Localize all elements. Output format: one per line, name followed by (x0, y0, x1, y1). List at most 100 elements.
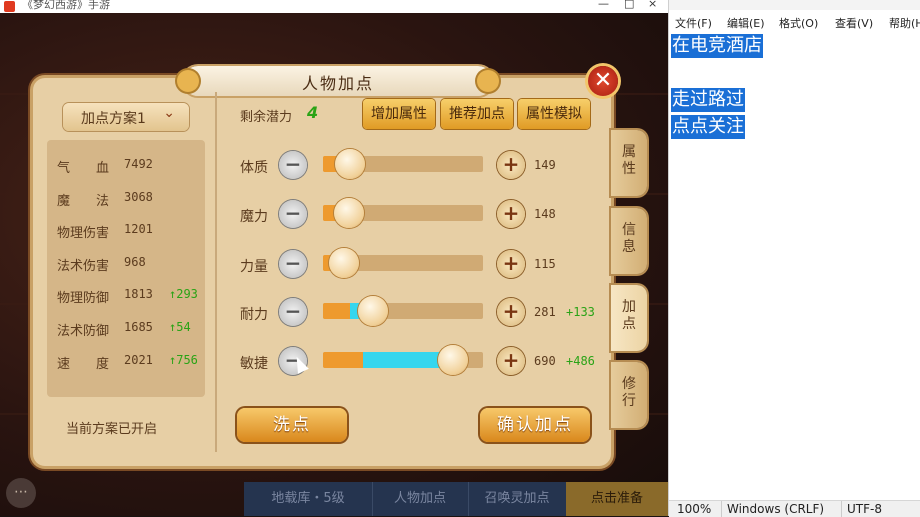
minus-button[interactable]: − (279, 151, 307, 179)
app-icon (4, 1, 15, 12)
text-line[interactable]: 走过路过 (671, 88, 745, 112)
attribute-base-fill (323, 303, 351, 319)
simulate-attribute-button[interactable]: 属性模拟 (518, 99, 590, 129)
notepad-menubar: 文件(F) 编辑(E) 格式(O) 查看(V) 帮助(H) (669, 12, 920, 32)
close-icon[interactable]: ✕ (588, 66, 618, 96)
bottom-bar-item[interactable]: 人物加点 (372, 482, 469, 516)
stat-bonus: ↑293 (169, 287, 198, 301)
tab-label: 加点 (622, 299, 636, 332)
plus-button[interactable]: + (497, 347, 525, 375)
attribute-bonus: +133 (566, 305, 595, 319)
stat-value: 1813 (124, 287, 153, 301)
stat-name: 法术伤害 (57, 259, 110, 274)
menu-edit[interactable]: 编辑(E) (727, 15, 765, 31)
scheme-dropdown[interactable]: 加点方案1 ⌄ (63, 103, 189, 131)
attribute-track (323, 303, 483, 319)
slider-knob[interactable] (335, 149, 366, 179)
attribute-name: 敏捷 (240, 356, 268, 372)
attribute-row: 魔力 − + 148 (240, 198, 600, 232)
stat-value: 3068 (124, 190, 153, 204)
bottom-bar: 地载库・5级 人物加点 召唤灵加点 点击准备 (244, 482, 668, 516)
minimize-button[interactable]: — (598, 0, 609, 10)
slider-knob[interactable] (437, 345, 468, 375)
stat-bonus: ↑756 (169, 353, 198, 367)
stat-value: 1201 (124, 222, 153, 236)
attribute-row: 耐力 − + 281 +133 (240, 296, 600, 330)
notepad-statusbar: 100% Windows (CRLF) UTF-8 (669, 500, 920, 517)
stat-value: 1685 (124, 320, 153, 334)
panel-title-ribbon: 人物加点 (177, 66, 499, 96)
potential-value: 4 (307, 103, 319, 122)
wash-points-button[interactable]: 洗点 (237, 408, 347, 442)
tab-cultivation[interactable]: 修行 (611, 362, 647, 428)
stat-value: 2021 (124, 353, 153, 367)
minus-button[interactable]: − (279, 298, 307, 326)
minus-button[interactable]: − (279, 200, 307, 228)
scheme-status-note: 当前方案已开启 (66, 422, 158, 437)
maximize-button[interactable]: □ (624, 0, 634, 10)
attribute-name: 耐力 (240, 307, 268, 323)
encoding: UTF-8 (847, 502, 882, 516)
attribute-value: 281 (534, 305, 556, 319)
stat-name: 物理防御 (57, 291, 110, 306)
minus-button[interactable]: − (279, 250, 307, 278)
ready-button[interactable]: 点击准备 (566, 482, 668, 516)
column-divider (215, 92, 217, 452)
attribute-value: 115 (534, 257, 556, 271)
game-window: 《梦幻西游》手游 — □ × 人物加点 ✕ 加点方案1 ⌄ 气 血 7492 魔… (0, 0, 668, 516)
stat-name: 物理伤害 (57, 226, 110, 241)
attribute-name: 魔力 (240, 209, 268, 225)
add-attribute-button[interactable]: 增加属性 (363, 99, 435, 129)
game-titlebar: 《梦幻西游》手游 — □ × (0, 0, 668, 13)
tab-label: 属性 (622, 144, 636, 177)
window-close-button[interactable]: × (648, 0, 657, 10)
menu-format[interactable]: 格式(O) (779, 15, 818, 31)
attribute-base-fill (323, 352, 363, 368)
stat-name: 法术防御 (57, 324, 110, 339)
attribute-row: 体质 − + 149 (240, 149, 600, 183)
text-line[interactable]: 点点关注 (671, 115, 745, 139)
stat-name: 气 血 (57, 161, 110, 176)
stat-name: 速 度 (57, 357, 110, 372)
plus-button[interactable]: + (497, 298, 525, 326)
tab-label: 修行 (622, 376, 636, 409)
slider-knob[interactable] (357, 296, 388, 326)
attribute-name: 体质 (240, 160, 268, 176)
confirm-points-button[interactable]: 确认加点 (480, 408, 590, 442)
stat-value: 968 (124, 255, 146, 269)
scheme-label: 加点方案1 (81, 111, 146, 127)
tab-label: 信息 (622, 222, 636, 255)
tab-info[interactable]: 信息 (611, 208, 647, 274)
stat-name: 魔 法 (57, 194, 110, 209)
notepad-window: 文件(F) 编辑(E) 格式(O) 查看(V) 帮助(H) 在电竞酒店 走过路过… (668, 0, 920, 517)
chat-icon[interactable]: ⋯ (6, 478, 36, 508)
menu-file[interactable]: 文件(F) (675, 15, 712, 31)
recommend-points-button[interactable]: 推荐加点 (441, 99, 513, 129)
attribute-value: 148 (534, 207, 556, 221)
menu-help[interactable]: 帮助(H) (889, 15, 920, 31)
panel-title: 人物加点 (301, 74, 374, 93)
plus-button[interactable]: + (497, 250, 525, 278)
attribute-bonus: +486 (566, 354, 595, 368)
attribute-value: 690 (534, 354, 556, 368)
tab-attributes[interactable]: 属性 (611, 130, 647, 196)
stat-bonus: ↑54 (169, 320, 191, 334)
attribute-value: 149 (534, 158, 556, 172)
bottom-bar-item[interactable]: 召唤灵加点 (468, 482, 567, 516)
notepad-titlebar (669, 0, 920, 10)
line-ending: Windows (CRLF) (727, 502, 825, 516)
plus-button[interactable]: + (497, 151, 525, 179)
attribute-row: 力量 − + 115 (240, 248, 600, 282)
slider-knob[interactable] (328, 248, 359, 278)
zoom-level: 100% (677, 502, 712, 516)
chevron-down-icon: ⌄ (163, 105, 175, 121)
potential-label: 剩余潜力 (240, 110, 293, 125)
plus-button[interactable]: + (497, 200, 525, 228)
menu-view[interactable]: 查看(V) (835, 15, 873, 31)
slider-knob[interactable] (333, 198, 364, 228)
tab-add-points[interactable]: 加点 (611, 285, 647, 351)
stat-value: 7492 (124, 157, 153, 171)
bottom-bar-item[interactable]: 地载库・5级 (244, 482, 373, 516)
text-line[interactable]: 在电竞酒店 (671, 34, 763, 58)
game-window-title: 《梦幻西游》手游 (22, 0, 110, 11)
